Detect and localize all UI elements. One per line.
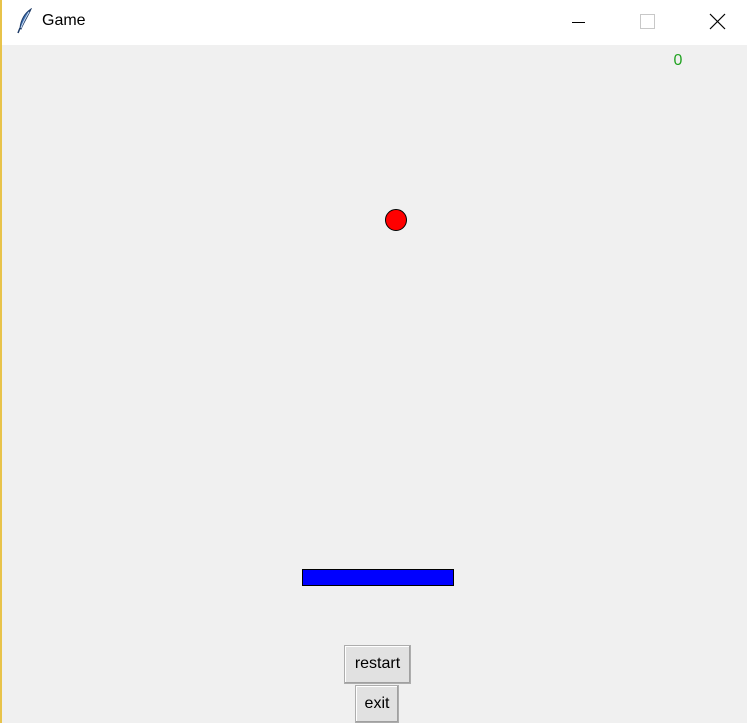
- game-window: Game 0 restart exit: [0, 0, 747, 723]
- maximize-button[interactable]: [623, 0, 669, 45]
- ball: [385, 209, 407, 231]
- feather-icon: [16, 7, 36, 34]
- game-canvas[interactable]: 0 restart exit: [2, 45, 747, 723]
- minimize-icon: [572, 22, 585, 23]
- title-bar[interactable]: Game: [2, 0, 747, 45]
- exit-button[interactable]: exit: [355, 685, 399, 723]
- minimize-button[interactable]: [555, 0, 601, 45]
- window-title: Game: [42, 12, 86, 29]
- score-counter: 0: [673, 52, 683, 69]
- restart-button[interactable]: restart: [344, 645, 411, 684]
- close-icon: [709, 13, 726, 30]
- close-button[interactable]: [693, 0, 739, 45]
- paddle[interactable]: [302, 569, 454, 586]
- maximize-icon: [640, 14, 655, 29]
